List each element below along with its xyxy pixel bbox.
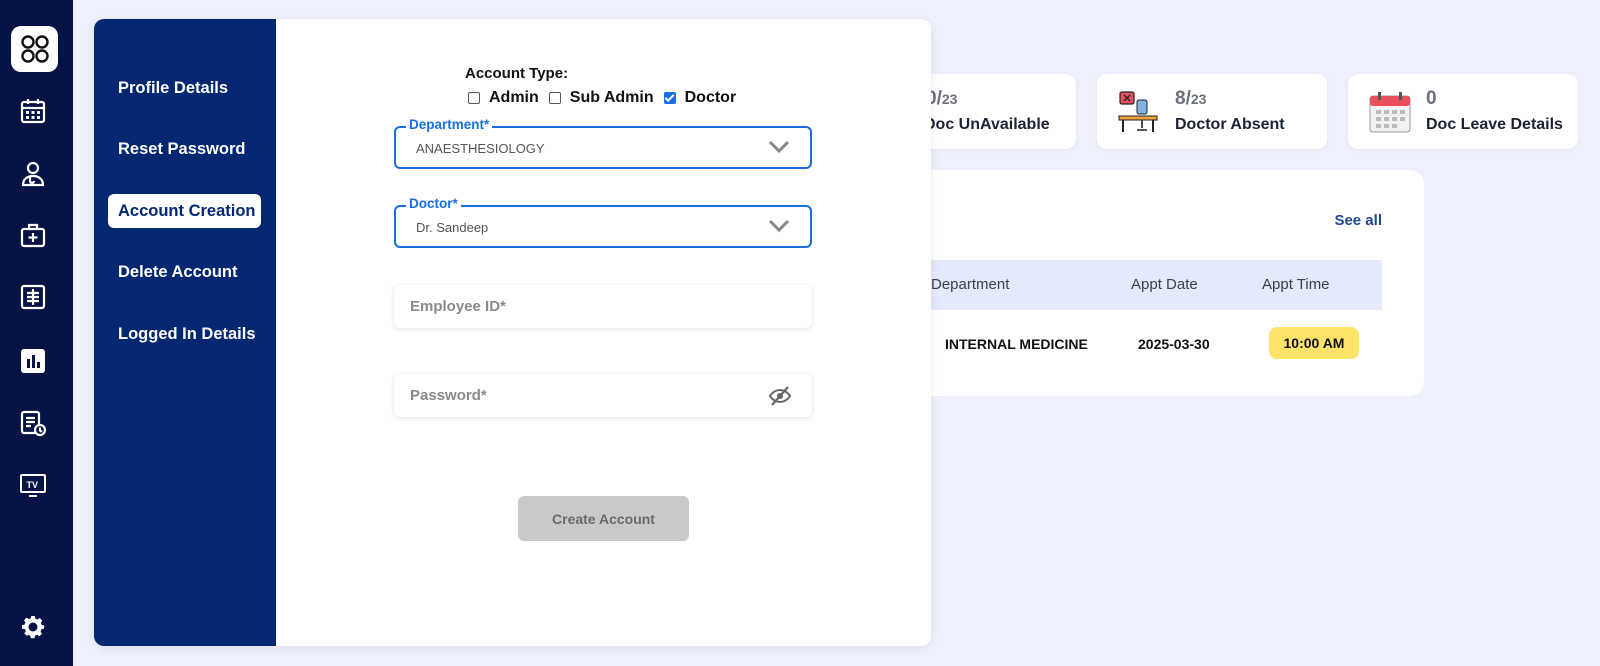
calendar-icon[interactable]: [16, 94, 50, 128]
admin-label: Admin: [489, 89, 539, 106]
schedule-icon[interactable]: [16, 406, 50, 440]
cell-date: 2025-03-30: [1138, 336, 1210, 352]
gear-icon[interactable]: [16, 610, 50, 644]
doctor-icon[interactable]: [16, 156, 50, 190]
password-field-wrapper: [394, 374, 812, 417]
sidebar-item-logged-in-details[interactable]: Logged In Details: [108, 317, 261, 351]
doctor-value: Dr. Sandeep: [416, 220, 489, 235]
medical-kit-icon[interactable]: [16, 218, 50, 252]
bar-chart-icon[interactable]: [16, 344, 50, 378]
doctor-label: Doctor: [684, 89, 737, 106]
employee-id-field[interactable]: [394, 285, 812, 328]
department-value: ANAESTHESIOLOGY: [416, 141, 545, 156]
sidebar-item-reset-password[interactable]: Reset Password: [108, 132, 261, 166]
employee-id-field-wrapper: [394, 285, 812, 328]
doctor-absent-icon: [1117, 90, 1161, 139]
dashboard-icon[interactable]: [11, 26, 58, 72]
time-badge: 10:00 AM: [1269, 327, 1359, 359]
cell-department: INTERNAL MEDICINE: [945, 336, 1088, 352]
sub-admin-label: Sub Admin: [569, 89, 654, 106]
password-field[interactable]: [394, 374, 812, 417]
sidebar-item-account-creation[interactable]: Account Creation: [108, 194, 261, 228]
stat-count: 8/23: [1175, 88, 1207, 109]
see-all-link[interactable]: See all: [1334, 212, 1382, 229]
department-label: Department*: [406, 117, 493, 132]
xray-icon[interactable]: [16, 280, 50, 314]
column-header: Appt Time: [1262, 276, 1330, 293]
calendar-leave-icon: [1368, 90, 1412, 139]
account-modal: Profile Details Reset Password Account C…: [94, 19, 931, 646]
doctor-checkbox[interactable]: [663, 92, 676, 104]
sub-admin-checkbox[interactable]: [548, 92, 561, 104]
eye-off-icon[interactable]: [768, 385, 792, 407]
stat-count: 0: [1426, 88, 1437, 109]
create-account-button[interactable]: Create Account: [518, 496, 689, 541]
doctor-select-label: Doctor*: [406, 196, 461, 211]
icon-rail: TV: [0, 0, 73, 666]
account-type-options: Admin Sub Admin Doctor: [468, 89, 746, 107]
stat-label: Doc UnAvailable: [924, 116, 1050, 133]
sidebar-item-delete-account[interactable]: Delete Account: [108, 255, 261, 289]
admin-checkbox[interactable]: [468, 92, 480, 104]
stat-card-doc-leave[interactable]: 0 Doc Leave Details: [1348, 74, 1578, 149]
department-select[interactable]: Department* ANAESTHESIOLOGY: [394, 117, 812, 169]
appointments-card: See all Department Appt Date Appt Time I…: [900, 170, 1424, 396]
account-type-label: Account Type:: [465, 65, 569, 82]
doctor-select[interactable]: Doctor* Dr. Sandeep: [394, 196, 812, 248]
sidebar-item-profile-details[interactable]: Profile Details: [108, 71, 261, 105]
tv-icon[interactable]: TV: [16, 468, 50, 502]
modal-sidebar: Profile Details Reset Password Account C…: [94, 19, 276, 646]
stat-label: Doc Leave Details: [1426, 116, 1563, 133]
column-header: Appt Date: [1131, 276, 1198, 293]
stat-label: Doctor Absent: [1175, 116, 1285, 133]
stat-card-doctor-absent[interactable]: 8/23 Doctor Absent: [1097, 74, 1327, 149]
column-header: Department: [931, 276, 1010, 293]
svg-text:TV: TV: [27, 480, 39, 490]
chevron-down-icon: [768, 219, 790, 233]
chevron-down-icon: [768, 140, 790, 154]
table-header: Department Appt Date Appt Time: [900, 260, 1382, 310]
